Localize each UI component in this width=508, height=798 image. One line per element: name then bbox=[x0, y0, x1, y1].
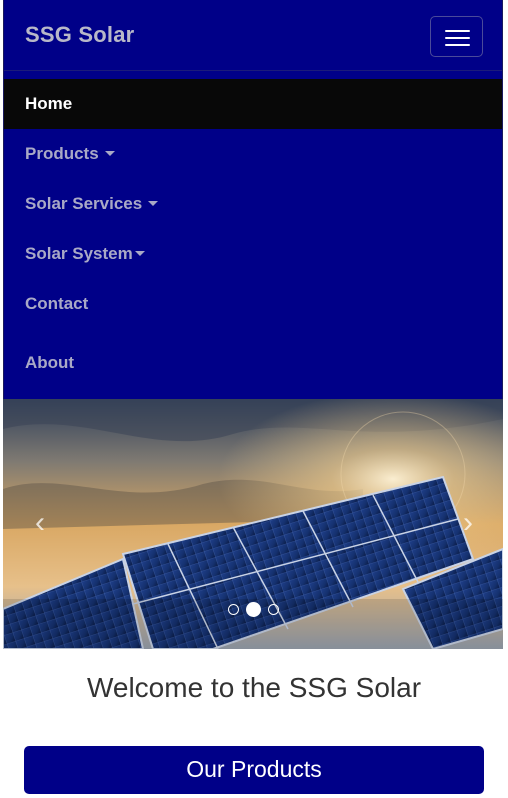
nav-item-solar-services[interactable]: Solar Services bbox=[4, 179, 502, 229]
nav-item-about[interactable]: About bbox=[4, 338, 502, 388]
nav-item-products[interactable]: Products bbox=[4, 129, 502, 179]
nav-item-label: Home bbox=[25, 94, 73, 113]
carousel-indicator-3[interactable] bbox=[268, 604, 279, 615]
caret-down-icon bbox=[134, 251, 145, 257]
nav-item-label: Solar Services bbox=[25, 194, 143, 213]
carousel-next-button[interactable]: › bbox=[453, 508, 483, 538]
navbar: SSG Solar Home Products Solar Services S… bbox=[3, 0, 503, 400]
nav-item-label: About bbox=[25, 353, 75, 372]
nav-item-solar-system[interactable]: Solar System bbox=[4, 229, 502, 279]
chevron-left-icon: ‹ bbox=[35, 506, 45, 539]
brand-link[interactable]: SSG Solar bbox=[25, 22, 134, 48]
our-products-button[interactable]: Our Products bbox=[24, 746, 484, 794]
carousel-prev-button[interactable]: ‹ bbox=[25, 508, 55, 538]
nav-item-label: Products bbox=[25, 144, 99, 163]
caret-down-icon bbox=[148, 201, 159, 207]
nav-item-label: Solar System bbox=[25, 244, 133, 263]
page: SSG Solar Home Products Solar Services S… bbox=[0, 0, 508, 798]
nav-item-label: Contact bbox=[25, 294, 89, 313]
welcome-heading: Welcome to the SSG Solar bbox=[86, 672, 422, 703]
caret-down-icon bbox=[104, 151, 115, 157]
menu-toggle-button[interactable] bbox=[430, 16, 483, 57]
chevron-right-icon: › bbox=[463, 506, 473, 539]
carousel-indicator-2-active[interactable] bbox=[246, 602, 261, 617]
navbar-header: SSG Solar bbox=[4, 0, 502, 71]
nav-item-contact[interactable]: Contact bbox=[4, 279, 502, 329]
carousel-indicator-1[interactable] bbox=[228, 604, 239, 615]
nav-item-home[interactable]: Home bbox=[4, 79, 502, 129]
